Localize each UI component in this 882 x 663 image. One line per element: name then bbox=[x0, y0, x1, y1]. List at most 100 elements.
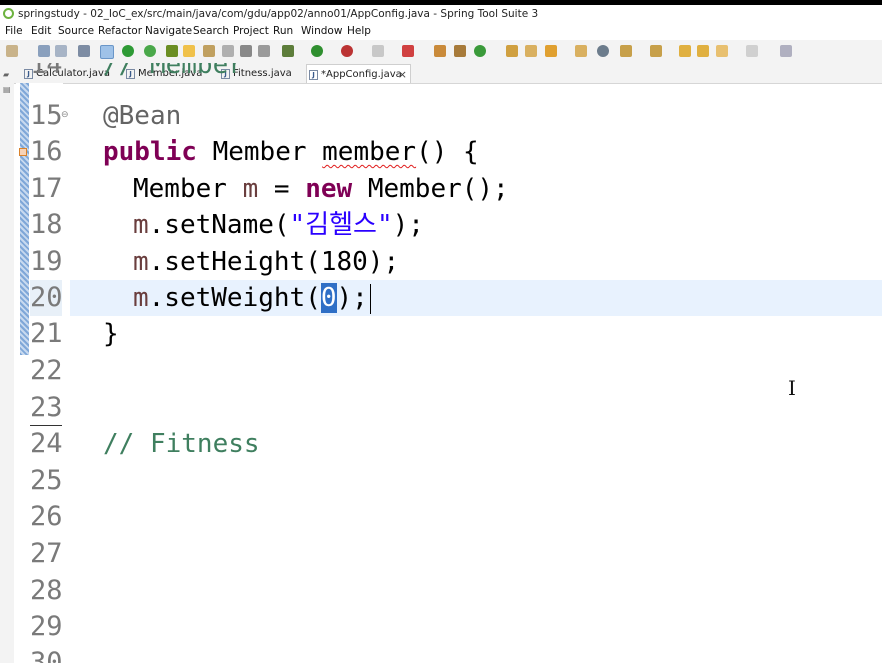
code-line-21[interactable]: } bbox=[103, 316, 119, 352]
line-number: 18 bbox=[30, 209, 63, 240]
open-task-icon[interactable] bbox=[575, 45, 587, 57]
coverage-icon[interactable] bbox=[372, 45, 384, 57]
outline-icon[interactable]: ▤ bbox=[3, 85, 11, 94]
method-call: .setWeight( bbox=[148, 283, 321, 313]
word-wrap-icon[interactable] bbox=[258, 45, 270, 57]
selected-text: 0 bbox=[320, 283, 337, 313]
return-type: Member bbox=[212, 137, 307, 167]
menu-project[interactable]: Project bbox=[233, 23, 269, 40]
menu-help[interactable]: Help bbox=[347, 23, 371, 40]
line-number: 29 bbox=[30, 611, 63, 642]
title-bar: springstudy - 02_IoC_ex/src/main/java/co… bbox=[0, 5, 882, 23]
code-line-18[interactable]: m.setName("김헬스"); bbox=[133, 207, 424, 243]
save-icon[interactable] bbox=[38, 45, 50, 57]
line-number: 22 bbox=[30, 355, 63, 386]
menu-refactor[interactable]: Refactor bbox=[98, 23, 142, 40]
java-file-icon: J bbox=[309, 70, 318, 80]
line-number: 20 bbox=[30, 280, 63, 316]
method-paren: () { bbox=[416, 137, 479, 167]
tab-appconfig[interactable]: J *AppConfig.java × bbox=[306, 64, 411, 83]
link-with-editor-icon[interactable] bbox=[100, 45, 114, 59]
main-toolbar bbox=[0, 40, 882, 63]
perspective-icon[interactable] bbox=[780, 45, 792, 57]
boot-dashboard-icon[interactable] bbox=[122, 45, 134, 57]
warning-marker-icon[interactable] bbox=[19, 148, 27, 156]
line-number: 24 bbox=[30, 425, 63, 462]
line-number: 19 bbox=[30, 246, 63, 277]
debug-icon[interactable] bbox=[282, 45, 294, 57]
local-var: m bbox=[133, 283, 149, 313]
globe-icon[interactable] bbox=[597, 45, 609, 57]
new-icon[interactable] bbox=[6, 45, 18, 57]
back-history-icon[interactable] bbox=[697, 45, 709, 57]
server-icon[interactable] bbox=[402, 45, 414, 57]
code-line-19[interactable]: m.setHeight(180); bbox=[133, 244, 399, 280]
previous-annotation-icon[interactable] bbox=[650, 45, 662, 57]
refresh-icon[interactable] bbox=[144, 45, 156, 57]
constructor-call: Member(); bbox=[352, 174, 509, 204]
local-var: m bbox=[242, 174, 259, 204]
restore-view-icon[interactable]: ▰ bbox=[3, 70, 11, 79]
code-line-17[interactable]: Member m = new Member(); bbox=[133, 171, 509, 207]
spring-app-icon bbox=[3, 8, 14, 19]
menu-navigate[interactable]: Navigate bbox=[145, 23, 192, 40]
line-number: 30 bbox=[30, 647, 62, 663]
string-literal: "김헬스" bbox=[289, 210, 393, 240]
code-line-14[interactable]: // Member bbox=[103, 63, 244, 83]
next-annotation-icon[interactable] bbox=[620, 45, 632, 57]
new-java-project-icon[interactable] bbox=[434, 45, 446, 57]
line-number: 28 bbox=[30, 575, 63, 606]
line-number: 16 bbox=[30, 136, 63, 167]
external-tools-icon[interactable] bbox=[341, 45, 353, 57]
line-number: 27 bbox=[30, 538, 63, 569]
new-class-icon[interactable] bbox=[474, 45, 486, 57]
local-var: m bbox=[133, 247, 149, 277]
pin-icon[interactable] bbox=[166, 45, 178, 57]
keyword-public: public bbox=[103, 137, 197, 167]
close-tab-icon[interactable]: × bbox=[398, 65, 407, 84]
assign: = bbox=[258, 174, 306, 204]
run-icon[interactable] bbox=[311, 45, 323, 57]
line-number: 17 bbox=[30, 173, 63, 204]
code-line-15[interactable]: @Bean bbox=[103, 98, 181, 134]
left-panel-strip: ▰ ▤ bbox=[0, 63, 14, 663]
task-icon[interactable] bbox=[203, 45, 215, 57]
open-folder-icon[interactable] bbox=[525, 45, 537, 57]
code-line-16[interactable]: public Member member() { bbox=[103, 134, 479, 170]
call-end: ); bbox=[392, 210, 424, 240]
pilcrow-icon[interactable] bbox=[240, 45, 252, 57]
last-edit-icon[interactable] bbox=[679, 45, 691, 57]
line-number: 14 bbox=[30, 63, 62, 80]
local-var: m bbox=[133, 210, 149, 240]
open-type-icon[interactable] bbox=[506, 45, 518, 57]
ibeam-cursor-icon: I bbox=[788, 376, 796, 400]
print-icon[interactable] bbox=[78, 45, 90, 57]
fold-toggle-icon[interactable]: ⊖ bbox=[61, 110, 69, 120]
new-package-icon[interactable] bbox=[454, 45, 466, 57]
list-icon[interactable] bbox=[222, 45, 234, 57]
tab-label: *AppConfig.java bbox=[321, 69, 402, 80]
search-icon[interactable] bbox=[545, 45, 557, 57]
save-all-icon[interactable] bbox=[55, 45, 67, 57]
menu-file[interactable]: File bbox=[5, 23, 23, 40]
back-icon[interactable] bbox=[716, 45, 728, 57]
code-line-20[interactable]: m.setWeight(0); bbox=[133, 280, 371, 316]
type-name: Member bbox=[133, 174, 227, 204]
menu-edit[interactable]: Edit bbox=[31, 23, 51, 40]
highlight-icon[interactable] bbox=[183, 45, 195, 57]
menu-window[interactable]: Window bbox=[301, 23, 342, 40]
menu-run[interactable]: Run bbox=[273, 23, 293, 40]
line-number: 25 bbox=[30, 465, 63, 496]
forward-icon[interactable] bbox=[746, 45, 758, 57]
line-number: 15 bbox=[30, 100, 63, 131]
code-line-24[interactable]: // Fitness bbox=[103, 426, 260, 462]
menu-search[interactable]: Search bbox=[193, 23, 229, 40]
line-number: 26 bbox=[30, 501, 63, 532]
menu-bar: File Edit Source Refactor Navigate Searc… bbox=[0, 23, 882, 40]
keyword-new: new bbox=[305, 174, 353, 204]
menu-source[interactable]: Source bbox=[58, 23, 94, 40]
window-title: springstudy - 02_IoC_ex/src/main/java/co… bbox=[18, 8, 539, 20]
method-name: member bbox=[322, 137, 417, 167]
line-number: 23 bbox=[30, 392, 63, 423]
line-number: 21 bbox=[30, 318, 63, 349]
